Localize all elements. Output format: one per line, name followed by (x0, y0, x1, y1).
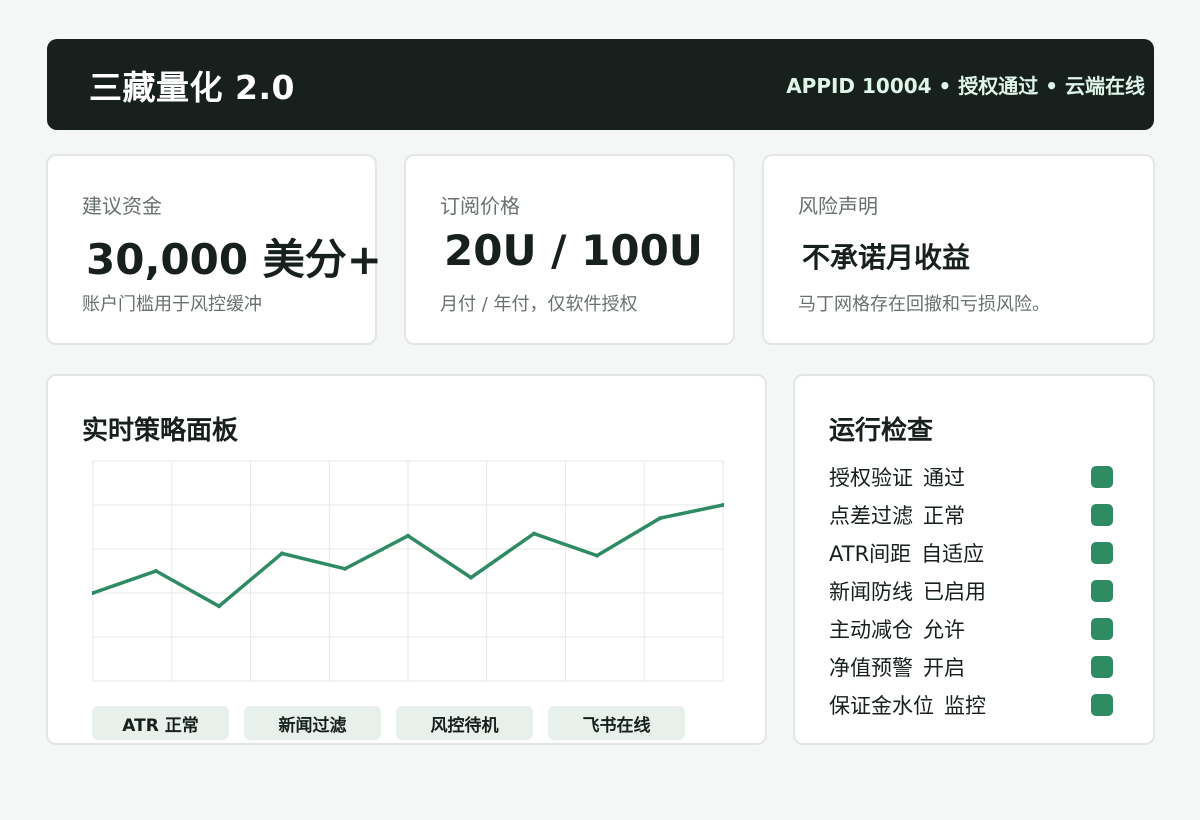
check-row: 净值预警 开启 (829, 648, 1113, 686)
status-indicator (1091, 542, 1113, 564)
check-row: 新闻防线 已启用 (829, 572, 1113, 610)
strategy-chart (92, 460, 724, 682)
chart-point (469, 575, 473, 580)
check-name: 新闻防线 (829, 580, 913, 604)
status-indicator (1091, 504, 1113, 526)
chart-point (595, 553, 599, 558)
check-value: 已启用 (923, 580, 986, 604)
chart-point (532, 531, 536, 536)
app-title: 三藏量化 2.0 (89, 67, 295, 107)
status-indicator (1091, 580, 1113, 602)
metric-value: 不承诺月收益 (802, 241, 971, 274)
metric-value: 20U / 100U (444, 226, 703, 275)
chart-point (343, 566, 347, 571)
chart-point (154, 569, 158, 573)
app-header: 三藏量化 2.0 APPID 10004 • 授权通过 • 云端在线 (47, 39, 1154, 130)
status-indicator (1091, 618, 1113, 640)
metric-label: 风险声明 (798, 194, 878, 218)
check-row: ATR间距 自适应 (829, 534, 1113, 572)
check-name: 净值预警 (829, 656, 913, 680)
license-status: APPID 10004 • 授权通过 • 云端在线 (786, 74, 1145, 98)
metric-label: 建议资金 (82, 194, 162, 218)
check-row: 主动减仓 允许 (829, 610, 1113, 648)
tag-news-filter[interactable]: 新闻过滤 (244, 706, 381, 740)
metric-card-capital: 建议资金 30,000 美分+ 账户门槛用于风控缓冲 (46, 154, 382, 345)
panel-title: 运行检查 (829, 416, 934, 446)
tag-atr[interactable]: ATR 正常 (92, 706, 229, 740)
status-indicator (1091, 694, 1113, 716)
check-value: 正常 (923, 504, 965, 528)
check-list: 授权验证 通过 点差过滤 正常 ATR间距 自适应 新闻防线 已启用 主动减仓 允许 净值… (829, 458, 1113, 724)
check-row: 点差过滤 正常 (829, 496, 1113, 534)
metric-note: 月付 / 年付，仅软件授权 (440, 294, 638, 315)
checks-panel: 运行检查 授权验证 通过 点差过滤 正常 ATR间距 自适应 新闻防线 已启用 主动减仓… (793, 374, 1155, 745)
metric-card-price: 订阅价格 20U / 100U 月付 / 年付，仅软件授权 (404, 154, 735, 345)
status-indicator (1091, 656, 1113, 678)
check-row: 保证金水位 监控 (829, 686, 1113, 724)
check-value: 允许 (923, 618, 965, 642)
check-value: 通过 (923, 466, 965, 490)
status-indicator (1091, 466, 1113, 488)
metric-card-risk: 风险声明 不承诺月收益 马丁网格存在回撤和亏损风险。 (762, 154, 1155, 345)
metric-note: 账户门槛用于风控缓冲 (82, 294, 262, 315)
check-name: 授权验证 (829, 466, 913, 490)
check-name: 点差过滤 (829, 504, 913, 528)
check-row: 授权验证 通过 (829, 458, 1113, 496)
check-value: 自适应 (921, 542, 985, 566)
check-name: 主动减仓 (829, 618, 913, 642)
chart-point (217, 604, 221, 609)
tag-risk-standby[interactable]: 风控待机 (396, 706, 533, 740)
chart-point (658, 516, 662, 521)
metric-value: 30,000 美分+ (86, 235, 382, 284)
metric-note: 马丁网格存在回撤和亏损风险。 (798, 294, 1050, 315)
check-name: 保证金水位 (829, 694, 934, 718)
check-value: 监控 (944, 694, 986, 718)
status-tags: ATR 正常 新闻过滤 风控待机 飞书在线 (92, 706, 685, 740)
chart-point (280, 551, 284, 556)
check-value: 开启 (923, 656, 965, 680)
chart-point (406, 533, 410, 538)
tag-feishu-online[interactable]: 飞书在线 (548, 706, 685, 740)
metric-label: 订阅价格 (440, 194, 520, 218)
check-name: ATR间距 (829, 542, 912, 566)
strategy-panel: 实时策略面板 ATR 正常 新闻过滤 风控待机 飞书在线 (46, 374, 767, 745)
panel-title: 实时策略面板 (82, 416, 239, 446)
